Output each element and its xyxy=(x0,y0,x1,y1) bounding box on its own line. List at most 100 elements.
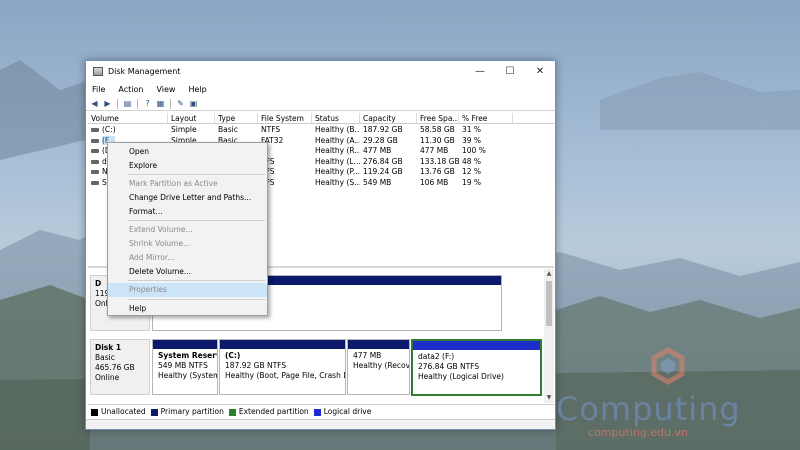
legend-item-primary: Primary partition xyxy=(150,407,224,416)
disk-type: Basic xyxy=(95,353,115,362)
legend-swatch xyxy=(150,408,158,416)
cell-percent-free: 48 % xyxy=(462,156,482,166)
legend-item-extended: Extended partition xyxy=(228,407,309,416)
menu-separator xyxy=(128,298,265,300)
cell-volume: (C:) xyxy=(88,125,168,136)
maximize-button[interactable]: ☐ xyxy=(495,61,525,81)
menu-item-mark-active: Mark Partition as Active xyxy=(129,179,218,189)
cell-capacity: 29.28 GB xyxy=(363,135,398,145)
drive-icon xyxy=(91,128,99,132)
properties-icon[interactable]: ▦ xyxy=(155,99,166,109)
watermark-url: computing.edu.vn xyxy=(588,426,688,439)
connect-icon[interactable]: ✎ xyxy=(175,99,186,109)
cell-status: Healthy (L... xyxy=(315,156,360,166)
help-icon[interactable]: ? xyxy=(142,99,153,109)
context-menu: Open Explore Mark Partition as Active Ch… xyxy=(107,142,268,316)
column-header-type[interactable]: Type xyxy=(215,113,258,123)
menu-item-open[interactable]: Open xyxy=(108,145,267,159)
cell-free-space: 477 MB xyxy=(420,146,449,155)
toolbar: ◀ ▶ ▤ ? ▦ ✎ ▣ xyxy=(86,97,555,111)
scroll-up-icon[interactable]: ▲ xyxy=(544,269,554,279)
cell-status: Healthy (B... xyxy=(315,125,360,134)
cell-layout: Simple xyxy=(171,125,197,134)
back-arrow-icon[interactable]: ◀ xyxy=(89,99,100,109)
menu-file[interactable]: File xyxy=(92,85,105,94)
menu-item-shrink-volume: Shrink Volume... xyxy=(129,239,191,249)
legend: Unallocated Primary partition Extended p… xyxy=(88,404,554,418)
column-header-volume[interactable]: Volume xyxy=(88,113,168,123)
cell-free-space: 11.30 GB xyxy=(420,135,455,145)
disk-size: 465.76 GB xyxy=(95,363,135,372)
disk-management-icon xyxy=(93,66,103,76)
menu-help[interactable]: Help xyxy=(188,85,206,94)
cell-capacity: 549 MB xyxy=(363,177,392,187)
cell-percent-free: 100 % xyxy=(462,146,486,155)
cell-percent-free: 31 % xyxy=(462,125,482,134)
disk-status: Online xyxy=(95,373,120,382)
menu-item-delete-volume[interactable]: Delete Volume... xyxy=(108,265,267,279)
toolbar-separator xyxy=(137,98,138,109)
column-header-free-space[interactable]: Free Spa... xyxy=(417,113,459,123)
drive-icon xyxy=(91,159,99,164)
volume-list-header: Volume Layout Type File System Status Ca… xyxy=(88,113,554,124)
legend-item-unallocated: Unallocated xyxy=(91,407,146,416)
menu-separator xyxy=(128,220,265,222)
column-header-capacity[interactable]: Capacity xyxy=(360,113,417,123)
cell-free-space: 106 MB xyxy=(420,177,449,187)
cell-status: Healthy (P... xyxy=(315,167,360,176)
graph-scrollbar[interactable]: ▲ ▼ xyxy=(544,269,554,403)
menu-separator xyxy=(128,280,265,282)
menu-item-change-drive-letter[interactable]: Change Drive Letter and Paths... xyxy=(108,191,267,205)
settings-icon[interactable]: ▣ xyxy=(188,99,199,109)
menu-item-help[interactable]: Help xyxy=(108,302,267,316)
menu-bar: File Action View Help xyxy=(86,81,555,97)
scroll-down-icon[interactable]: ▼ xyxy=(544,393,554,403)
window-title: Disk Management xyxy=(108,66,181,76)
partition-bar xyxy=(153,340,217,349)
cell-status: Healthy (A... xyxy=(315,135,360,145)
minimize-button[interactable]: — xyxy=(465,61,495,81)
drive-icon xyxy=(91,138,99,143)
partition-details: System Reserve 549 MB NTFS Healthy (Syst… xyxy=(158,351,217,380)
forward-arrow-icon[interactable]: ▶ xyxy=(102,99,113,109)
partition-details: 477 MB Healthy (Recove xyxy=(353,351,409,370)
column-header-file-system[interactable]: File System xyxy=(258,113,312,123)
cell-capacity: 477 MB xyxy=(363,146,392,155)
column-header-layout[interactable]: Layout xyxy=(168,113,215,123)
cell-capacity: 276.84 GB xyxy=(363,156,403,166)
close-button[interactable]: ✕ xyxy=(525,61,555,81)
partition-data2-f[interactable]: data2 (F:) 276.84 GB NTFS Healthy (Logic… xyxy=(411,339,542,396)
toolbar-separator xyxy=(170,98,171,109)
cell-type: Basic xyxy=(218,125,238,134)
drive-icon xyxy=(91,149,99,153)
menu-separator xyxy=(128,174,265,176)
table-row[interactable]: (C:) Simple Basic NTFS Healthy (B... 187… xyxy=(88,125,554,136)
partition-details: (C:) 187.92 GB NTFS Healthy (Boot, Page … xyxy=(225,351,345,380)
menu-item-extend-volume: Extend Volume... xyxy=(129,225,193,235)
partition-recovery[interactable]: 477 MB Healthy (Recove xyxy=(347,339,410,395)
partition-bar xyxy=(220,340,345,349)
legend-swatch xyxy=(91,408,98,416)
disk-1-info[interactable]: Disk 1 Basic 465.76 GB Online xyxy=(90,339,150,395)
partition-details: data2 (F:) 276.84 GB NTFS Healthy (Logic… xyxy=(418,352,504,381)
drive-icon xyxy=(91,170,99,174)
drive-icon xyxy=(91,180,99,185)
menu-view[interactable]: View xyxy=(156,85,175,94)
menu-item-format[interactable]: Format... xyxy=(108,205,267,219)
toolbar-separator xyxy=(117,98,118,109)
scroll-thumb[interactable] xyxy=(546,281,552,326)
cell-file-system: NTFS xyxy=(261,125,281,134)
menu-action[interactable]: Action xyxy=(118,85,143,94)
cell-percent-free: 39 % xyxy=(462,135,482,145)
cell-free-space: 133.18 GB xyxy=(420,156,459,166)
menu-item-properties[interactable]: Properties xyxy=(108,283,267,297)
partition-system-reserved[interactable]: System Reserve 549 MB NTFS Healthy (Syst… xyxy=(152,339,218,395)
cell-free-space: 58.58 GB xyxy=(420,125,455,134)
menu-item-explore[interactable]: Explore xyxy=(108,159,267,173)
watermark-brand: Computing xyxy=(556,390,741,428)
column-header-status[interactable]: Status xyxy=(312,113,360,123)
title-bar[interactable]: Disk Management — ☐ ✕ xyxy=(86,61,555,81)
console-tree-icon[interactable]: ▤ xyxy=(122,99,133,109)
column-header-percent-free[interactable]: % Free xyxy=(459,113,513,123)
partition-c[interactable]: (C:) 187.92 GB NTFS Healthy (Boot, Page … xyxy=(219,339,346,395)
